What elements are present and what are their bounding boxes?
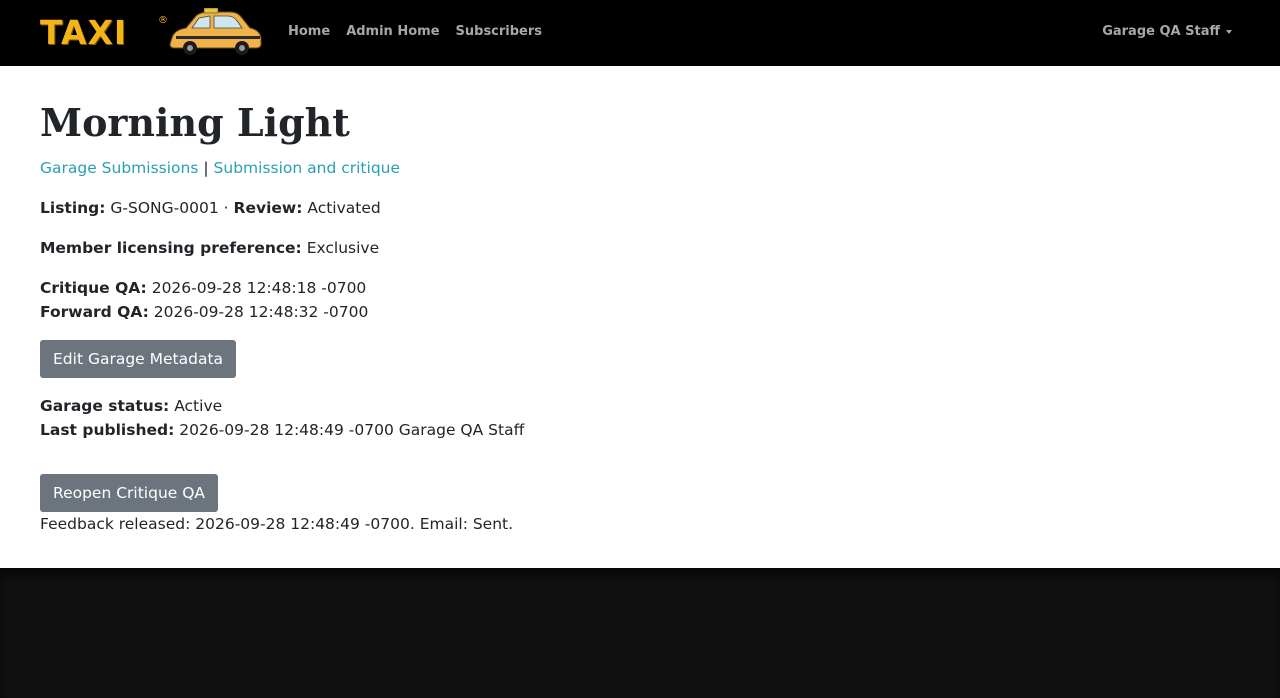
- page-title: Morning Light: [40, 100, 350, 145]
- critique-qa-label: Critique QA:: [40, 279, 147, 297]
- licensing-label: Member licensing preference:: [40, 239, 302, 257]
- licensing-value: Exclusive: [306, 239, 380, 257]
- reopen-critique-qa-button[interactable]: Reopen Critique QA: [40, 474, 219, 512]
- breadcrumb-submission-critique[interactable]: Submission and critique: [214, 159, 400, 177]
- nav-home[interactable]: Home: [288, 24, 330, 39]
- dot-separator: ·: [223, 199, 229, 217]
- nav-admin-home[interactable]: Admin Home: [346, 24, 439, 39]
- forward-qa-label: Forward QA:: [40, 303, 149, 321]
- page-footer: [0, 568, 1280, 698]
- feedback-status-text: Feedback released: 2026-09-28 12:48:49 -…: [40, 515, 514, 533]
- brand-text: TAXI: [40, 13, 128, 52]
- caret-down-icon: [1226, 29, 1232, 34]
- top-navbar: TAXI ® Home Admin Home Subscribers Garag…: [0, 0, 1280, 66]
- last-published-value: 2026-09-28 12:48:49 -0700 Garage QA Staf…: [179, 421, 525, 439]
- nav-subscribers[interactable]: Subscribers: [456, 24, 543, 39]
- garage-status-label: Garage status:: [40, 397, 170, 415]
- main-nav: Home Admin Home Subscribers: [288, 24, 558, 39]
- taxi-logo[interactable]: TAXI ®: [40, 6, 264, 60]
- forward-qa-line: Forward QA: 2026-09-28 12:48:32 -0700: [40, 303, 368, 321]
- garage-status-line: Garage status: Active: [40, 397, 222, 415]
- last-published-label: Last published:: [40, 421, 175, 439]
- listing-label: Listing:: [40, 199, 106, 217]
- user-menu-dropdown[interactable]: Garage QA Staff: [1102, 24, 1232, 39]
- edit-garage-metadata-button[interactable]: Edit Garage Metadata: [40, 340, 237, 378]
- critique-qa-value: 2026-09-28 12:48:18 -0700: [151, 279, 367, 297]
- taxi-car-icon: [169, 8, 262, 55]
- review-value: Activated: [307, 199, 381, 217]
- last-published-line: Last published: 2026-09-28 12:48:49 -070…: [40, 421, 524, 439]
- critique-qa-line: Critique QA: 2026-09-28 12:48:18 -0700: [40, 279, 366, 297]
- listing-review-line: Listing: G-SONG-0001 · Review: Activated: [40, 199, 381, 217]
- breadcrumb-separator: |: [203, 159, 209, 177]
- breadcrumb: Garage Submissions | Submission and crit…: [40, 159, 400, 177]
- user-name: Garage QA Staff: [1102, 24, 1220, 39]
- garage-status-value: Active: [174, 397, 223, 415]
- main-content: Morning Light Garage Submissions | Submi…: [0, 66, 1280, 568]
- review-label: Review:: [233, 199, 303, 217]
- licensing-line: Member licensing preference: Exclusive: [40, 239, 379, 257]
- forward-qa-value: 2026-09-28 12:48:32 -0700: [153, 303, 369, 321]
- breadcrumb-garage-submissions[interactable]: Garage Submissions: [40, 159, 198, 177]
- listing-value: G-SONG-0001: [110, 199, 219, 217]
